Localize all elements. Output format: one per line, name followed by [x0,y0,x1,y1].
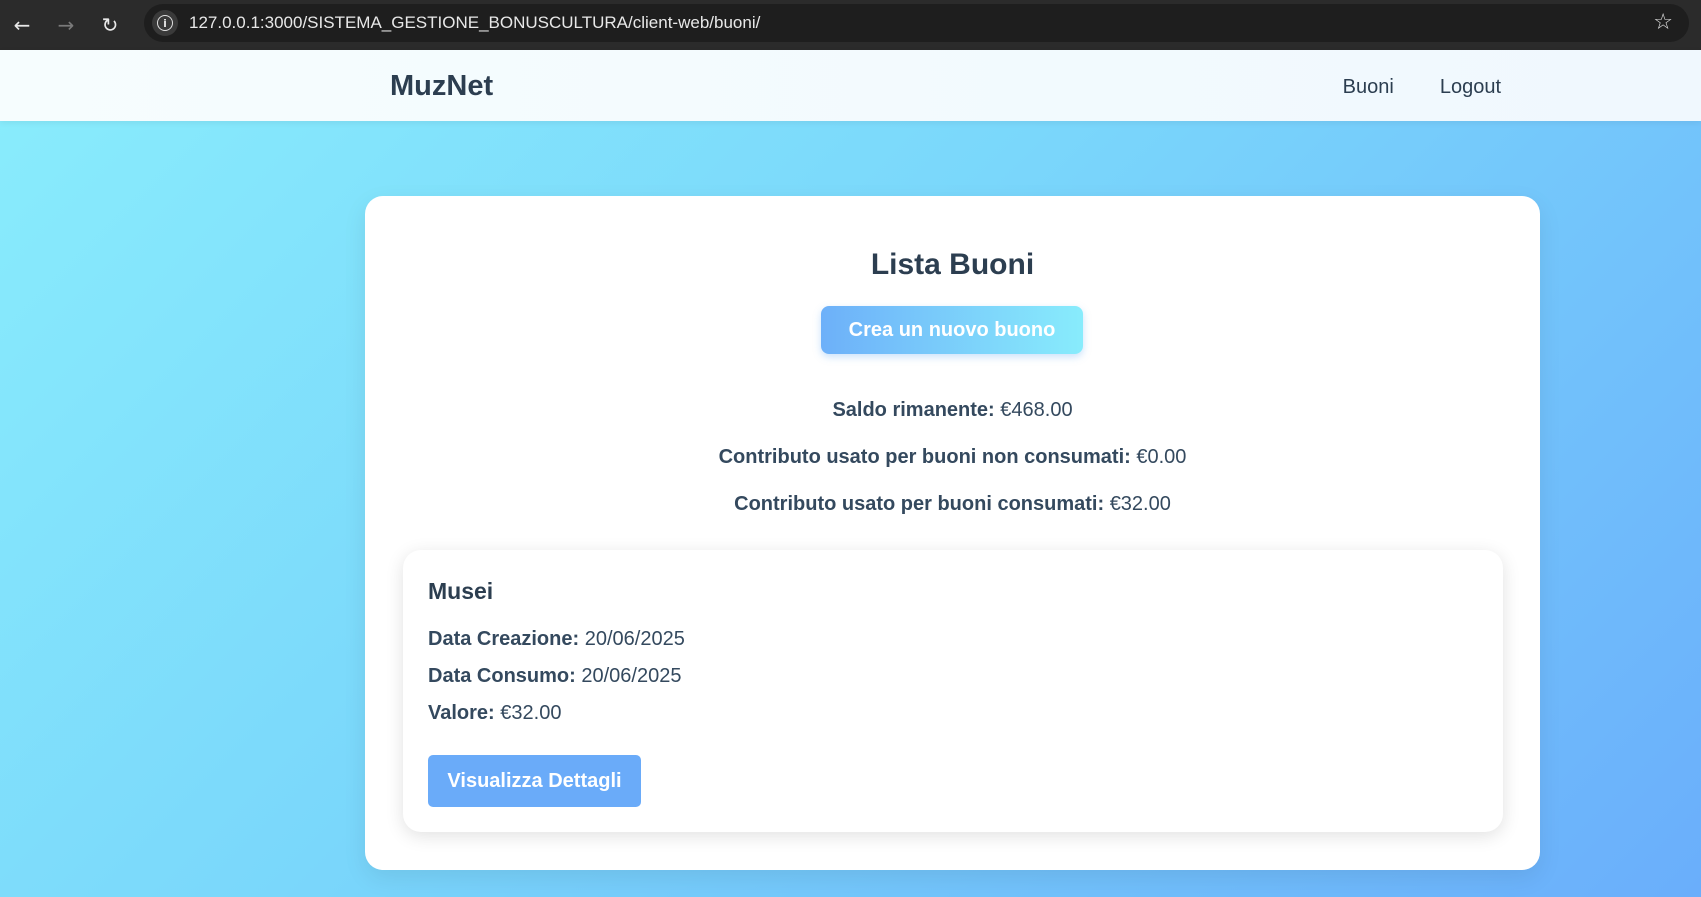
voucher-list-card: Lista Buoni Crea un nuovo buono Saldo ri… [365,196,1540,870]
stat-label: Contributo usato per buoni non consumati… [718,446,1131,468]
field-label: Data Consumo: [428,665,576,687]
stat-value: €0.00 [1136,446,1187,468]
stat-unconsumed-contribution: Contributo usato per buoni non consumati… [365,446,1540,469]
stat-value: €32.00 [1109,493,1171,515]
field-label: Valore: [428,702,495,724]
voucher-card: Musei Data Creazione: 20/06/2025 Data Co… [403,550,1503,832]
browser-toolbar: ← → ↻ i 127.0.0.1:3000/SISTEMA_GESTIONE_… [0,0,1701,50]
stat-remaining-balance: Saldo rimanente: €468.00 [365,399,1540,422]
field-value: 20/06/2025 [581,665,682,687]
view-details-button[interactable]: Visualizza Dettagli [428,755,641,807]
stat-label: Saldo rimanente: [832,399,995,421]
url-text[interactable]: 127.0.0.1:3000/SISTEMA_GESTIONE_BONUSCUL… [189,13,760,33]
site-navbar: MuzNet Buoni Logout [0,50,1701,121]
field-value: 20/06/2025 [584,628,685,650]
brand-logo[interactable]: MuzNet [390,70,493,103]
address-bar[interactable]: i 127.0.0.1:3000/SISTEMA_GESTIONE_BONUSC… [144,4,1689,42]
field-label: Data Creazione: [428,628,580,650]
page-title: Lista Buoni [870,248,1035,281]
voucher-value: Valore: €32.00 [428,702,561,725]
voucher-creation-date: Data Creazione: 20/06/2025 [428,628,685,651]
voucher-title: Musei [428,578,494,604]
stat-label: Contributo usato per buoni consumati: [734,493,1105,515]
stat-value: €468.00 [1000,399,1073,421]
bookmark-star-icon[interactable]: ☆ [1653,10,1673,35]
voucher-consumption-date: Data Consumo: 20/06/2025 [428,665,681,688]
back-icon[interactable]: ← [0,0,44,50]
reload-icon[interactable]: ↻ [88,0,132,50]
nav-link-buoni[interactable]: Buoni [1343,76,1394,99]
field-value: €32.00 [500,702,562,724]
nav-links: Buoni Logout [1343,76,1501,99]
site-info-icon[interactable]: i [152,10,178,36]
stat-consumed-contribution: Contributo usato per buoni consumati: €3… [365,493,1540,516]
nav-link-logout[interactable]: Logout [1440,76,1501,99]
create-voucher-button[interactable]: Crea un nuovo buono [821,306,1083,354]
forward-icon[interactable]: → [44,0,88,50]
